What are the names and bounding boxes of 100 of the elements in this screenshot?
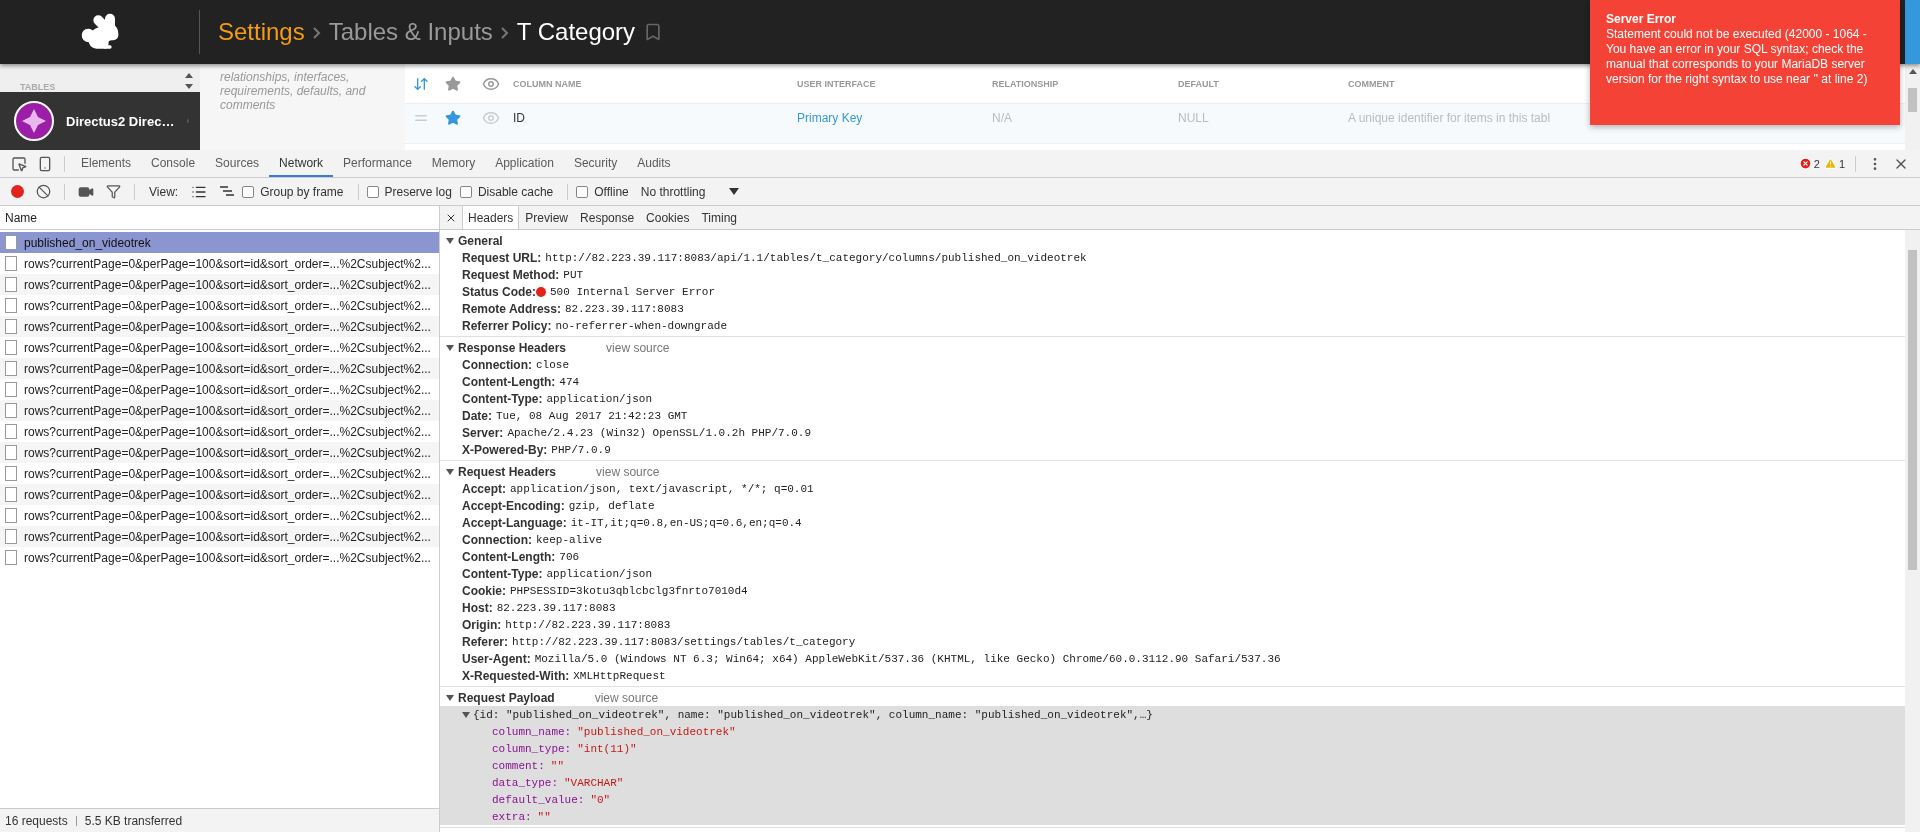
file-icon	[5, 277, 17, 292]
request-row[interactable]: rows?currentPage=0&perPage=100&sort=id&sort_order=...%2Csubject%2...	[0, 442, 439, 463]
header-name: Connection:	[462, 532, 532, 547]
column-header[interactable]: Name	[5, 210, 37, 225]
scroll-up-icon[interactable]	[1908, 68, 1917, 74]
project-avatar-icon	[14, 101, 54, 141]
file-icon	[5, 382, 17, 397]
star-icon[interactable]	[445, 75, 461, 92]
header-value: it-IT,it;q=0.8,en-US;q=0.6,en;q=0.4	[570, 516, 802, 529]
column-header: COMMENT	[1348, 78, 1395, 89]
header-value: application/json, text/javascript, */*; q=0.01	[510, 482, 814, 495]
project-name: Directus2 Direc…	[66, 113, 175, 129]
toast-message: Statement could not be executed (42000 - 1064 - You have an error in your SQL syntax; check the manual that corresponds to your MariaDB server version for the right syntax to use near '' at line 2)	[1606, 27, 1869, 87]
devtools-tab[interactable]: Application	[485, 150, 564, 177]
header-value: keep-alive	[536, 533, 602, 546]
request-row[interactable]: rows?currentPage=0&perPage=100&sort=id&sort_order=...%2Csubject%2...	[0, 358, 439, 379]
header-value: 706	[559, 550, 580, 563]
breadcrumb-item[interactable]: Settings	[218, 18, 305, 46]
devtools-tab[interactable]: Elements	[71, 150, 142, 177]
request-row[interactable]: rows?currentPage=0&perPage=100&sort=id&sort_order=...%2Csubject%2...	[0, 484, 439, 505]
table-cell: ID	[513, 111, 525, 126]
header-name: Referer:	[462, 634, 509, 649]
throttling-select[interactable]: No throttling	[636, 184, 744, 199]
devtools-tab[interactable]: Sources	[205, 150, 270, 177]
section-toggle[interactable]: Request Headers	[446, 464, 557, 479]
header-value: close	[536, 358, 569, 371]
scrollbar[interactable]	[1905, 64, 1920, 150]
file-icon	[5, 340, 17, 355]
view-label: View:	[149, 184, 179, 199]
devtools-tab[interactable]: Audits	[627, 150, 681, 177]
breadcrumb-item: T Category	[516, 18, 636, 46]
request-row[interactable]: rows?currentPage=0&perPage=100&sort=id&sort_order=...%2Csubject%2...	[0, 274, 439, 295]
header-value: gzip, deflate	[568, 499, 655, 512]
header-name: Cookie:	[462, 583, 506, 598]
scroll-thumb[interactable]	[1908, 88, 1917, 112]
detail-tab[interactable]: Response	[574, 206, 641, 229]
file-icon	[5, 508, 17, 523]
header-name: Content-Length:	[462, 549, 556, 564]
scrollbar-accent	[1905, 0, 1920, 64]
header-name: Accept-Language:	[462, 515, 567, 530]
file-icon	[5, 298, 17, 313]
header-value: Apache/2.4.23 (Win32) OpenSSL/1.0.2h PHP/7.0.9	[507, 426, 812, 439]
header-name: Content-Type:	[462, 566, 543, 581]
request-row[interactable]: published_on_videotrek	[0, 232, 439, 253]
header-name: Server:	[462, 425, 504, 440]
payload-value: "int(11)"	[577, 742, 637, 755]
header-value: PHP/7.0.9	[551, 443, 611, 456]
header-value: application/json	[546, 392, 653, 405]
payload-key: default_value:	[492, 793, 585, 806]
error-icon	[1798, 157, 1812, 170]
request-count: 16 requests	[5, 813, 68, 828]
column-header: DEFAULT	[1178, 78, 1219, 89]
request-row[interactable]: rows?currentPage=0&perPage=100&sort=id&sort_order=...%2Csubject%2...	[0, 526, 439, 547]
request-row[interactable]: rows?currentPage=0&perPage=100&sort=id&sort_order=...%2Csubject%2...	[0, 316, 439, 337]
view-source-link[interactable]: view source	[594, 690, 659, 705]
header-name: X-Powered-By:	[462, 442, 548, 457]
section-toggle[interactable]: General	[446, 233, 503, 248]
payload-summary[interactable]: {id: "published_on_videotrek", name: "published_on_videotrek", column_name: "published_on_videotrek",…}	[473, 708, 1153, 721]
breadcrumb-item[interactable]: Tables & Inputs	[328, 18, 493, 46]
payload-key: column_type:	[492, 742, 572, 755]
file-icon	[5, 466, 17, 481]
header-name: Request URL:	[462, 250, 542, 265]
star-icon[interactable]	[445, 110, 461, 127]
section-toggle[interactable]: Request Payload	[446, 690, 555, 705]
payload-key: comment:	[492, 759, 545, 772]
header-value: 474	[559, 375, 580, 388]
option-checkbox[interactable]: Disable cache	[459, 184, 554, 199]
option-checkbox[interactable]: Group by frame	[242, 184, 344, 199]
section-toggle[interactable]: Response Headers	[446, 340, 567, 355]
warning-icon	[1823, 157, 1837, 170]
option-checkbox[interactable]: Offline	[576, 184, 629, 199]
warning-count[interactable]: 1	[1838, 157, 1845, 170]
scrollbar[interactable]	[1905, 230, 1920, 832]
detail-tab[interactable]: Cookies	[640, 206, 696, 229]
header-name: Remote Address:	[462, 301, 561, 316]
devtools-tab[interactable]: Console	[141, 150, 206, 177]
header-name: Date:	[462, 408, 492, 423]
request-row[interactable]: rows?currentPage=0&perPage=100&sort=id&sort_order=...%2Csubject%2...	[0, 400, 439, 421]
payload-value: "0"	[590, 793, 611, 806]
sort-icon[interactable]	[413, 75, 429, 92]
option-checkbox[interactable]: Preserve log	[366, 184, 452, 199]
devtools-tab[interactable]: Performance	[333, 150, 422, 177]
view-source-link[interactable]: view source	[606, 340, 670, 355]
detail-tab[interactable]: Preview	[519, 206, 575, 229]
error-status-icon	[536, 286, 546, 297]
header-name: Status Code:	[462, 284, 536, 299]
payload-value: "published_on_videotrek"	[577, 725, 736, 738]
header-value: 500 Internal Server Error	[550, 285, 716, 298]
payload-key: column_name:	[492, 725, 572, 738]
detail-tab[interactable]: Headers	[462, 206, 520, 229]
project-card[interactable]: Directus2 Direc…	[0, 92, 200, 150]
detail-tab[interactable]: Timing	[695, 206, 743, 229]
column-header: USER INTERFACE	[797, 78, 876, 89]
devtools-tab[interactable]: Security	[563, 150, 628, 177]
header-value: Mozilla/5.0 (Windows NT 6.3; Win64; x64) AppleWebKit/537.36 (KHTML, like Gecko) Chrome/60.0.3112.90 Safari/537.36	[534, 652, 1281, 665]
view-source-link[interactable]: view source	[596, 464, 660, 479]
error-count[interactable]: 2	[1813, 157, 1820, 170]
header-name: Content-Type:	[462, 391, 543, 406]
devtools-tab[interactable]: Memory	[421, 150, 486, 177]
disclosure-triangle-icon	[446, 467, 454, 476]
